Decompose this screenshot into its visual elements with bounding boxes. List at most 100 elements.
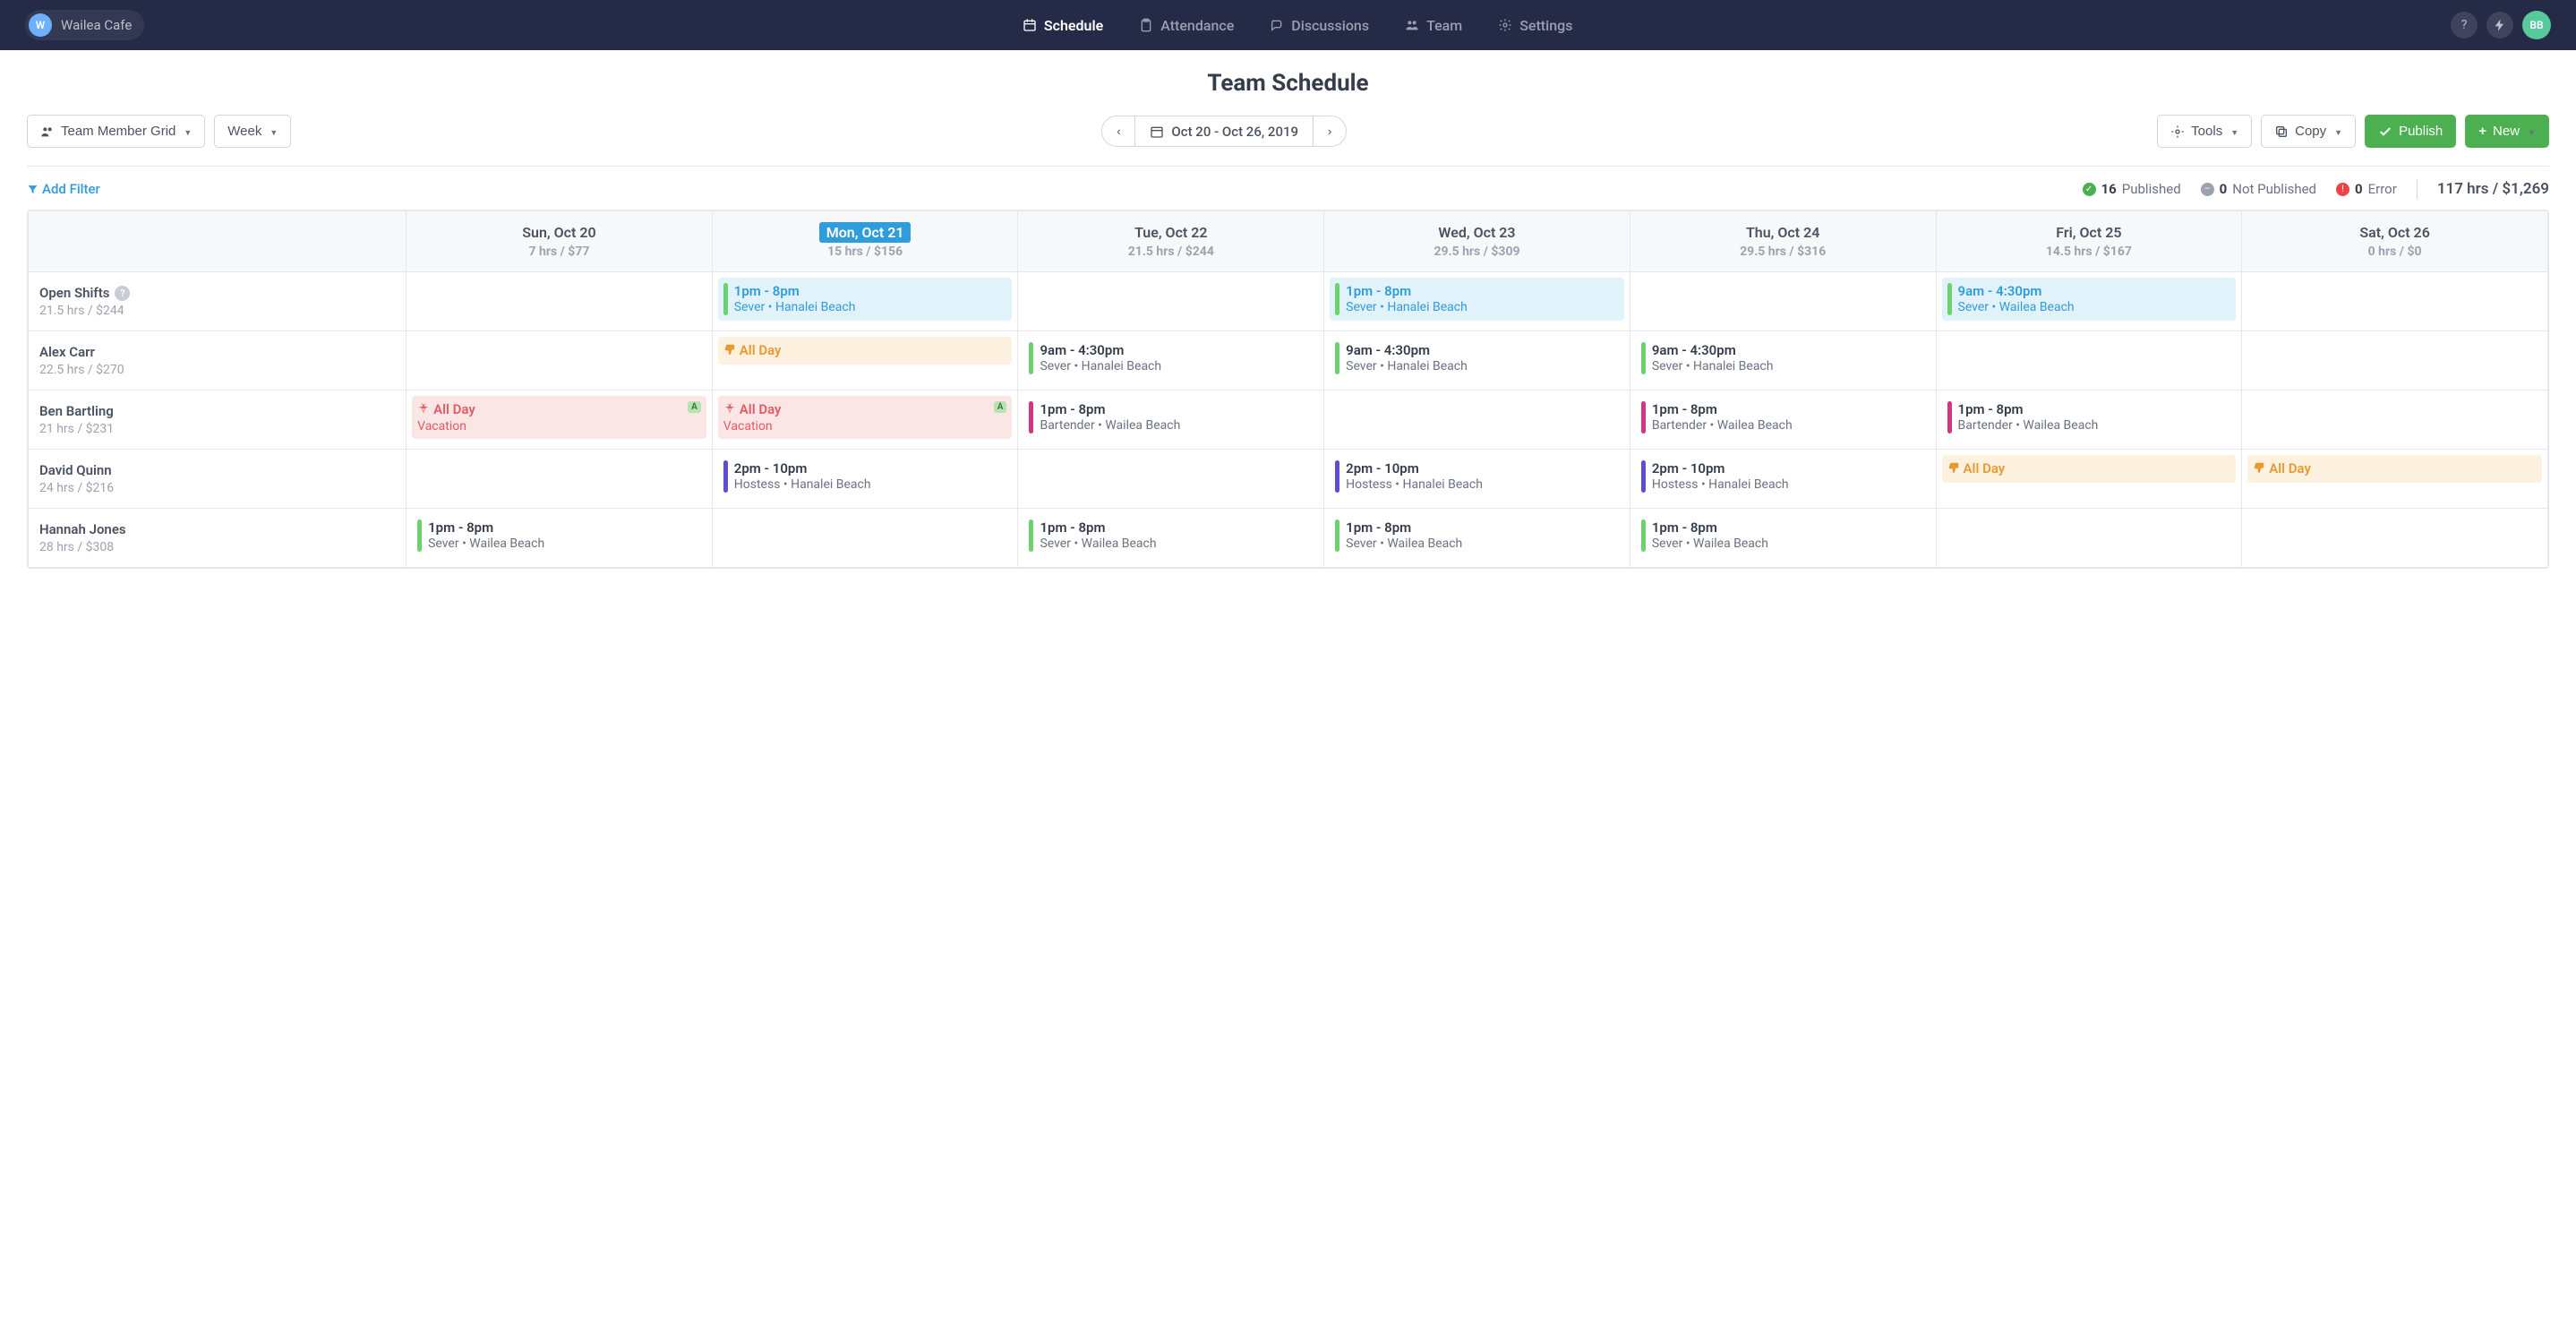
shift-card[interactable]: All Day — [718, 337, 1013, 365]
shift-card[interactable]: 9am - 4:30pmSever • Wailea Beach — [1942, 278, 2237, 321]
help-icon: ? — [115, 286, 130, 301]
shift-card[interactable]: 1pm - 8pmBartender • Wailea Beach — [1636, 396, 1930, 439]
status-published: ✓ 16 Published — [2083, 181, 2181, 197]
schedule-cell[interactable]: 1pm - 8pmBartender • Wailea Beach — [1936, 391, 2242, 450]
schedule-cell[interactable]: 2pm - 10pmHostess • Hanalei Beach — [712, 450, 1018, 509]
schedule-cell[interactable]: 9am - 4:30pmSever • Wailea Beach — [1936, 272, 2242, 331]
schedule-cell[interactable]: 1pm - 8pmSever • Wailea Beach — [1630, 509, 1936, 568]
schedule-cell[interactable] — [1324, 391, 1630, 450]
nav-schedule[interactable]: Schedule — [1023, 17, 1103, 34]
date-nav: ‹ Oct 20 - Oct 26, 2019 › — [1101, 116, 1347, 147]
shift-card[interactable]: 1pm - 8pmSever • Wailea Beach — [412, 514, 706, 557]
schedule-cell[interactable] — [2242, 509, 2548, 568]
date-range-button[interactable]: Oct 20 - Oct 26, 2019 — [1134, 116, 1314, 146]
shift-desc: Vacation — [417, 419, 475, 434]
shift-time: All Day — [2253, 460, 2311, 477]
schedule-cell[interactable]: 1pm - 8pmBartender • Wailea Beach — [1018, 391, 1324, 450]
view-mode-select[interactable]: Team Member Grid — [27, 115, 205, 148]
schedule-cell[interactable] — [1018, 450, 1324, 509]
shift-desc: Hostess • Hanalei Beach — [1346, 477, 1483, 492]
shift-card[interactable]: All DayVacationA — [718, 396, 1013, 439]
copy-button[interactable]: Copy — [2261, 115, 2356, 148]
schedule-cell[interactable]: 9am - 4:30pmSever • Hanalei Beach — [1018, 331, 1324, 391]
schedule-cell[interactable]: 2pm - 10pmHostess • Hanalei Beach — [1630, 450, 1936, 509]
schedule-cell[interactable]: All DayVacationA — [712, 391, 1018, 450]
schedule-cell[interactable] — [407, 272, 713, 331]
schedule-cell[interactable] — [1936, 509, 2242, 568]
schedule-cell[interactable]: 1pm - 8pmBartender • Wailea Beach — [1630, 391, 1936, 450]
shift-card[interactable]: All Day — [1942, 455, 2237, 483]
shift-color-bar — [1335, 460, 1339, 493]
day-summary: 29.5 hrs / $309 — [1331, 245, 1622, 259]
schedule-cell[interactable]: 1pm - 8pmSever • Wailea Beach — [1018, 509, 1324, 568]
publish-button[interactable]: Publish — [2365, 115, 2456, 148]
shift-card[interactable]: 9am - 4:30pmSever • Hanalei Beach — [1636, 337, 1930, 380]
schedule-cell[interactable] — [407, 450, 713, 509]
shift-card[interactable]: 9am - 4:30pmSever • Hanalei Beach — [1023, 337, 1318, 380]
next-week-button[interactable]: › — [1314, 116, 1346, 146]
shift-card[interactable]: 1pm - 8pmBartender • Wailea Beach — [1023, 396, 1318, 439]
shift-desc: Sever • Wailea Beach — [1652, 537, 1768, 551]
tools-button[interactable]: Tools — [2157, 115, 2252, 148]
shift-card[interactable]: 2pm - 10pmHostess • Hanalei Beach — [718, 455, 1013, 498]
status-error: ! 0 Error — [2336, 181, 2397, 197]
activity-button[interactable] — [2486, 12, 2513, 39]
schedule-cell[interactable] — [1630, 272, 1936, 331]
shift-time: 9am - 4:30pm — [1958, 283, 2075, 299]
shift-card[interactable]: 9am - 4:30pmSever • Hanalei Beach — [1330, 337, 1624, 380]
shift-desc: Sever • Wailea Beach — [1958, 300, 2075, 314]
schedule-cell[interactable]: All Day — [712, 331, 1018, 391]
shift-card[interactable]: 1pm - 8pmSever • Wailea Beach — [1023, 514, 1318, 557]
shift-desc: Sever • Hanalei Beach — [1040, 359, 1161, 373]
total-hours-cost: 117 hrs / $1,269 — [2437, 180, 2549, 198]
schedule-cell[interactable]: 1pm - 8pmSever • Hanalei Beach — [1324, 272, 1630, 331]
schedule-cell[interactable] — [1018, 272, 1324, 331]
shift-card[interactable]: 1pm - 8pmSever • Hanalei Beach — [1330, 278, 1624, 321]
divider — [27, 166, 2549, 167]
shift-card[interactable]: 1pm - 8pmSever • Wailea Beach — [1330, 514, 1624, 557]
shift-card[interactable]: 1pm - 8pmSever • Hanalei Beach — [718, 278, 1013, 321]
shift-card[interactable]: All DayVacationA — [412, 396, 706, 439]
schedule-cell[interactable]: 1pm - 8pmSever • Hanalei Beach — [712, 272, 1018, 331]
nav-discussions[interactable]: Discussions — [1270, 17, 1369, 34]
user-avatar[interactable]: BB — [2522, 11, 2551, 39]
palm-icon — [723, 402, 736, 418]
nav-team[interactable]: Team — [1405, 17, 1462, 34]
schedule-cell[interactable]: All Day — [2242, 450, 2548, 509]
nav-settings[interactable]: Settings — [1498, 17, 1572, 34]
schedule-cell[interactable] — [2242, 272, 2548, 331]
shift-card[interactable]: 1pm - 8pmSever • Wailea Beach — [1636, 514, 1930, 557]
page-title: Team Schedule — [27, 70, 2549, 97]
schedule-cell[interactable]: 2pm - 10pmHostess • Hanalei Beach — [1324, 450, 1630, 509]
nav-primary: Schedule Attendance Discussions Team Set… — [1023, 17, 1573, 34]
schedule-cell[interactable]: 9am - 4:30pmSever • Hanalei Beach — [1630, 331, 1936, 391]
schedule-cell[interactable] — [2242, 391, 2548, 450]
row-name: Hannah Jones — [39, 521, 395, 537]
bolt-icon — [2493, 18, 2507, 32]
help-button[interactable]: ? — [2451, 12, 2478, 39]
schedule-cell[interactable]: 1pm - 8pmSever • Wailea Beach — [1324, 509, 1630, 568]
timespan-select[interactable]: Week — [214, 115, 291, 148]
shift-card[interactable]: 2pm - 10pmHostess • Hanalei Beach — [1636, 455, 1930, 498]
shift-desc: Hostess • Hanalei Beach — [734, 477, 871, 492]
row-summary: 22.5 hrs / $270 — [39, 363, 395, 377]
new-button[interactable]: + New — [2465, 115, 2549, 148]
schedule-cell[interactable] — [1936, 331, 2242, 391]
shift-desc: Sever • Hanalei Beach — [1346, 300, 1468, 314]
add-filter-button[interactable]: Add Filter — [27, 181, 100, 197]
schedule-cell[interactable] — [2242, 331, 2548, 391]
schedule-cell[interactable]: 1pm - 8pmSever • Wailea Beach — [407, 509, 713, 568]
prev-week-button[interactable]: ‹ — [1102, 116, 1134, 146]
shift-card[interactable]: 2pm - 10pmHostess • Hanalei Beach — [1330, 455, 1624, 498]
shift-card[interactable]: All Day — [2247, 455, 2542, 483]
shift-card[interactable]: 1pm - 8pmBartender • Wailea Beach — [1942, 396, 2237, 439]
brand-switcher[interactable]: W Wailea Cafe — [25, 10, 144, 40]
schedule-cell[interactable] — [712, 509, 1018, 568]
nav-attendance[interactable]: Attendance — [1139, 17, 1234, 34]
schedule-cell[interactable]: 9am - 4:30pmSever • Hanalei Beach — [1324, 331, 1630, 391]
schedule-cell[interactable]: All Day — [1936, 450, 2242, 509]
chevron-down-icon — [182, 124, 192, 139]
shift-time: 2pm - 10pm — [1346, 460, 1483, 476]
schedule-cell[interactable] — [407, 331, 713, 391]
schedule-cell[interactable]: All DayVacationA — [407, 391, 713, 450]
